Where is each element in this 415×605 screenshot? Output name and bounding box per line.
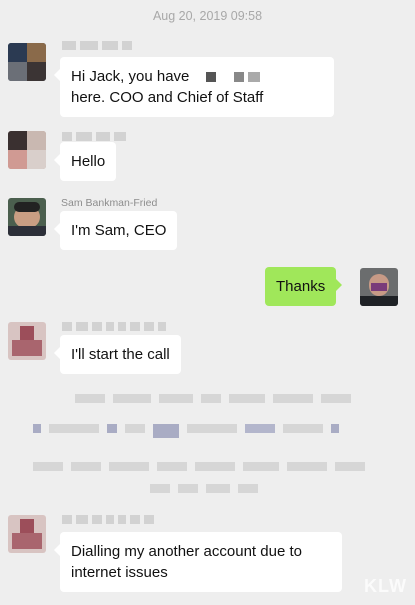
outgoing-message-bubble[interactable]: Thanks [265,267,343,306]
message-text: Dialling my another account due to inter… [71,543,302,581]
avatar[interactable] [8,322,46,360]
message-bubble[interactable]: I'm Sam, CEO [53,211,178,250]
avatar[interactable] [8,43,46,81]
message-bubble[interactable]: Dialling my another account due to inter… [54,532,342,592]
avatar[interactable] [8,515,46,553]
redacted-text [248,72,261,83]
sender-name-redacted [62,515,154,524]
redacted-text [234,72,245,83]
system-notice-redacted [33,424,339,438]
message-text: I'm Sam, CEO [71,222,167,239]
avatar[interactable] [8,198,46,236]
system-notice-redacted [33,462,365,471]
chat-timestamp: Aug 20, 2019 09:58 [152,9,263,23]
message-text: Hi Jack, you have [71,68,190,85]
my-avatar[interactable] [360,268,398,306]
sender-name-redacted [62,132,126,141]
sender-name-redacted [62,41,132,50]
sender-name: Sam Bankman-Fried [61,197,158,209]
message-text: here. COO and Chief of Staff [71,89,264,106]
system-notice-redacted [75,394,351,403]
message-text: I'll start the call [71,346,170,363]
watermark: KLW [364,576,407,596]
message-bubble[interactable]: I'll start the call [54,335,181,374]
message-text: Thanks [276,278,326,295]
avatar[interactable] [8,131,46,169]
message-bubble[interactable]: Hello [53,142,117,181]
redacted-text [205,72,216,83]
message-text: Hello [71,153,106,170]
sender-name-redacted [62,322,166,331]
message-bubble[interactable]: Hi Jack, you have here. COO and Chief of… [54,57,334,117]
system-notice-redacted [150,484,258,493]
